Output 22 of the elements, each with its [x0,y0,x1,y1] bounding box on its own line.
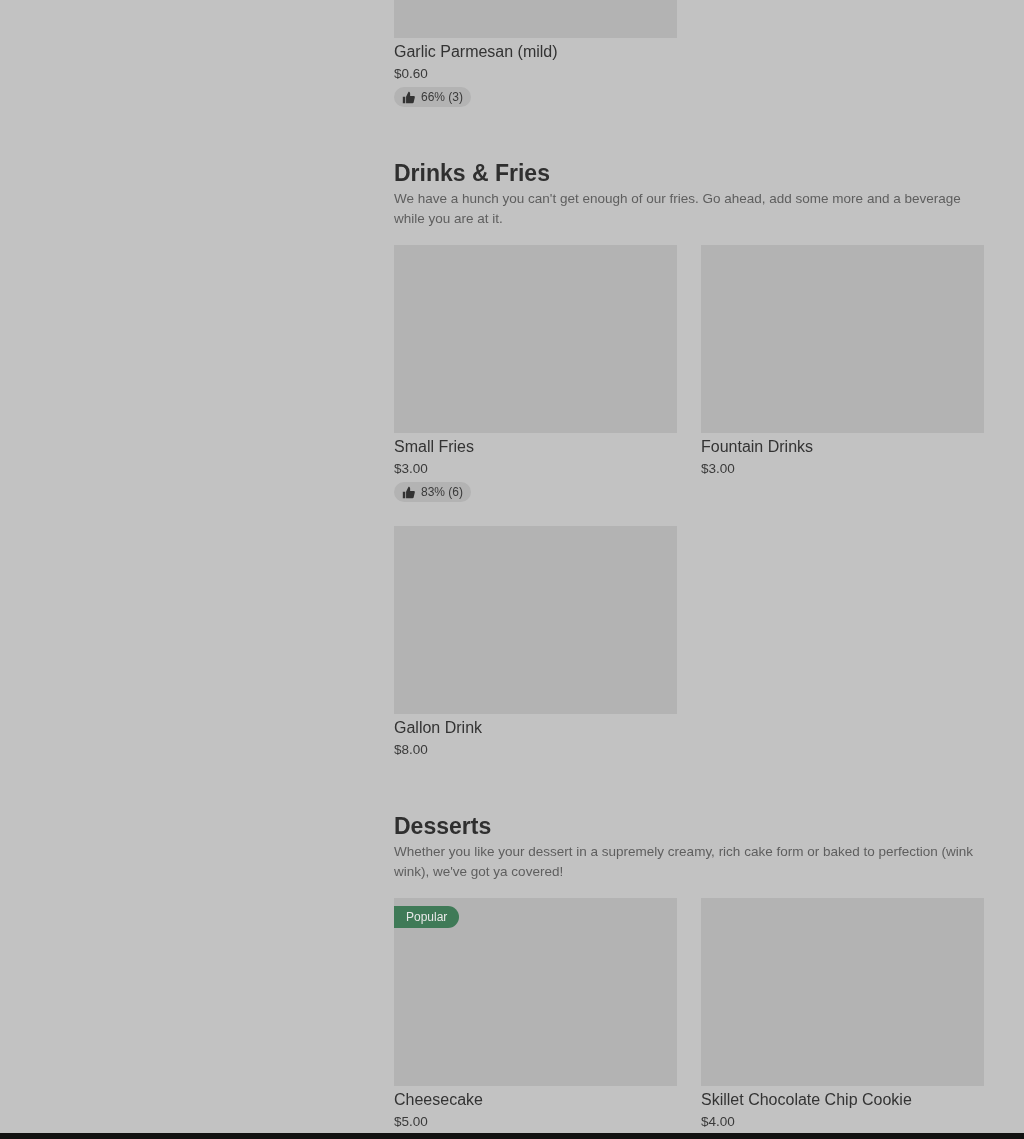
item-name: Gallon Drink [394,718,483,738]
section-title: Drinks & Fries [394,159,551,187]
thumbs-up-icon [402,90,415,104]
thumbs-up-icon [402,485,415,499]
item-price: $3.00 [394,460,428,478]
item-price: $3.00 [701,460,735,478]
item-name: Cheesecake [394,1090,483,1110]
item-name: Skillet Chocolate Chip Cookie [701,1090,912,1110]
rating-text: 83% (6) [421,485,464,499]
item-price: $8.00 [394,741,428,759]
popular-badge: Popular [394,906,460,928]
rating-text: 66% (3) [421,90,464,104]
item-price: $0.60 [394,65,428,83]
item-name: Fountain Drinks [701,437,814,457]
section-title: Desserts [394,812,493,840]
image-placeholder[interactable]: Popular [394,898,677,1086]
item-price: $5.00 [394,1113,428,1131]
item-name: Small Fries [394,437,474,457]
item-price: $4.00 [701,1113,735,1131]
item-name: Garlic Parmesan (mild) [394,42,558,62]
section-description: We have a hunch you can't get enough of our fries. Go ahead, add some more and a beverage while you are at it. [394,190,962,228]
section-description: Whether you like your dessert in a supremely creamy, rich cake form or baked to perfection (wink wink), we've got ya covered! [394,843,974,881]
